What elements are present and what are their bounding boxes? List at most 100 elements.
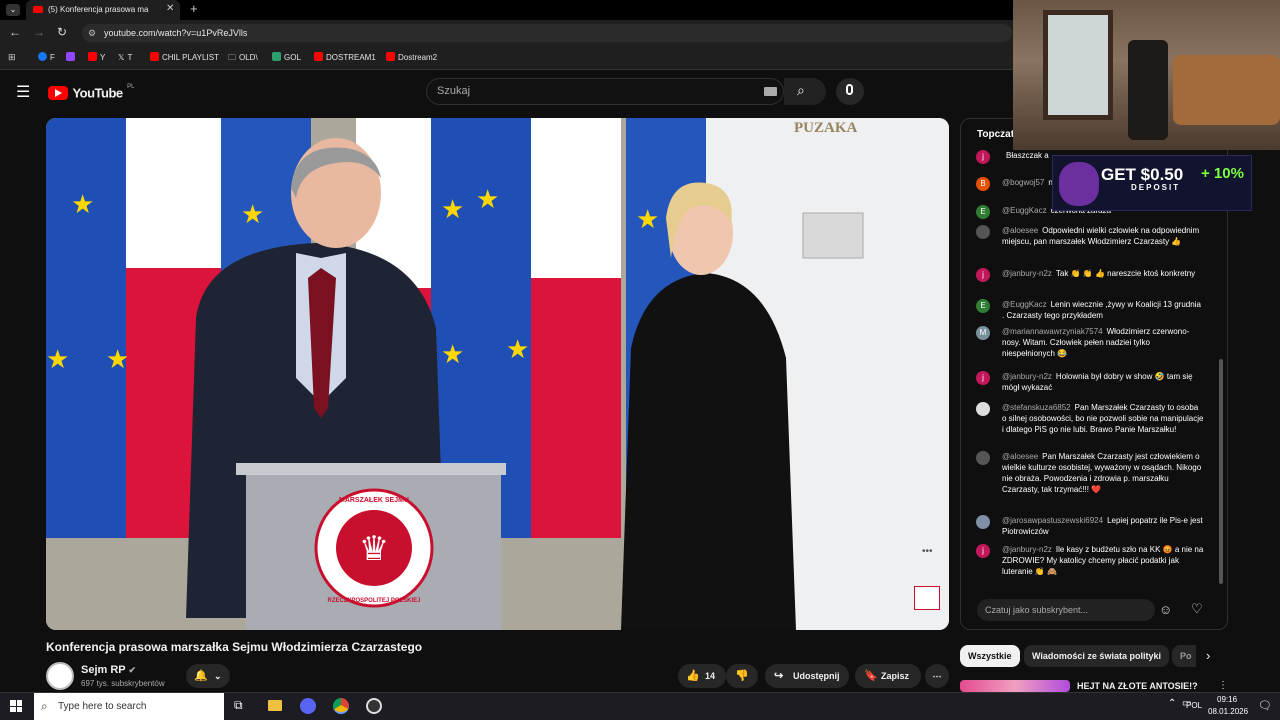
- bookmark-t[interactable]: 𝕏T: [118, 51, 132, 65]
- chrome-icon[interactable]: [333, 698, 349, 714]
- heart-icon[interactable]: ♡: [1191, 601, 1203, 617]
- input-language[interactable]: POL: [1186, 701, 1202, 710]
- bookmark-dostream1[interactable]: DOSTREAM1: [314, 51, 376, 65]
- chip-politics[interactable]: Wiadomości ze świata polityki: [1024, 645, 1169, 667]
- thumbs-down-icon: 👎: [735, 670, 749, 682]
- thumbs-up-icon: 👍: [686, 670, 700, 682]
- bookmark-old[interactable]: 🗀 OLD\: [228, 51, 258, 65]
- chat-avatar[interactable]: E: [976, 205, 990, 219]
- chat-author[interactable]: @stefanskuza6852: [1002, 403, 1071, 412]
- twitch-icon: [66, 52, 75, 61]
- tab-close-icon[interactable]: ✕: [166, 3, 174, 14]
- notification-icon[interactable]: 🗨: [1258, 699, 1272, 712]
- more-actions-button[interactable]: ⋯: [925, 664, 949, 688]
- chat-message: @stefanskuza6852 Pan Marszałek Czarzasty …: [976, 402, 1204, 435]
- clock-time[interactable]: 09:16: [1217, 695, 1237, 704]
- taskbar-search-input[interactable]: ⌕ Type here to search: [34, 693, 224, 720]
- back-icon[interactable]: ←: [9, 25, 21, 39]
- chat-message: j @janbury-n2z Tak 👏 👏 👍 nareszcie ktoś ko…: [976, 268, 1204, 282]
- svg-text:★: ★: [636, 204, 659, 234]
- chat-avatar[interactable]: [976, 515, 990, 529]
- video-more-icon[interactable]: •••: [922, 546, 933, 557]
- chat-author[interactable]: @jarosawpastuszewski6924: [1002, 516, 1103, 525]
- ad-subline: DEPOSIT: [1131, 183, 1181, 192]
- chat-avatar[interactable]: j: [976, 371, 990, 385]
- bookmark-f[interactable]: F: [38, 51, 55, 65]
- bookmark-y[interactable]: Y: [88, 51, 105, 65]
- youtube-logo[interactable]: YouTube PL: [48, 84, 134, 100]
- clock-date[interactable]: 08.01.2026: [1208, 707, 1248, 716]
- menu-icon[interactable]: ☰: [16, 82, 30, 102]
- chevron-down-icon: ⌄: [214, 671, 222, 681]
- chat-author[interactable]: @EuggKacz: [1002, 206, 1047, 215]
- keyboard-icon[interactable]: [764, 87, 777, 96]
- gol-icon: [272, 52, 281, 61]
- chat-avatar[interactable]: [976, 402, 990, 416]
- channel-name[interactable]: Sejm RP ✔: [81, 664, 136, 676]
- site-info-icon[interactable]: ⚙: [88, 24, 96, 42]
- dislike-button[interactable]: 👎: [726, 664, 758, 688]
- svg-text:♛: ♛: [359, 530, 389, 568]
- chat-avatar[interactable]: [976, 225, 990, 239]
- chat-avatar[interactable]: E: [976, 299, 990, 313]
- chat-avatar[interactable]: j: [976, 268, 990, 282]
- save-button[interactable]: 🔖 Zapisz: [855, 664, 921, 688]
- like-button[interactable]: 👍 14: [678, 664, 726, 688]
- chat-avatar[interactable]: j: [976, 150, 990, 164]
- search-button[interactable]: ⌕: [784, 78, 826, 105]
- next-video-title[interactable]: HEJT NA ZŁOTE ANTOSIE!?: [1077, 681, 1198, 691]
- video-player[interactable]: ★ ★ ★ ★ ★ ★ ★ ★ ★ PUZAKA ♛ MARSZAŁEK SEJMU RZE…: [46, 118, 949, 630]
- facebook-icon: [38, 52, 47, 61]
- svg-text:★: ★: [106, 344, 129, 374]
- chat-author[interactable]: @aloesee: [1002, 226, 1038, 235]
- chat-author[interactable]: @janbury-n2z: [1002, 545, 1052, 554]
- tray-chevron-icon[interactable]: ⌃: [1168, 698, 1176, 709]
- tab-title: (5) Konferencja prasowa ma: [48, 5, 149, 14]
- podium: ♛: [236, 463, 506, 630]
- notifications-button[interactable]: 🔔 ⌄: [186, 664, 230, 688]
- obs-icon[interactable]: [366, 698, 382, 714]
- new-tab-button[interactable]: +: [190, 1, 198, 16]
- forward-icon[interactable]: →: [33, 25, 45, 39]
- chat-avatar[interactable]: [976, 451, 990, 465]
- chat-message: @jarosawpastuszewski6924 Lepiej popatrz i…: [976, 515, 1204, 537]
- casino-ad-banner[interactable]: GET $0.50 DEPOSIT + 10%: [1052, 155, 1252, 211]
- url-field[interactable]: ⚙ youtube.com/watch?v=u1PvReJVlls: [82, 24, 1012, 42]
- chat-avatar[interactable]: j: [976, 544, 990, 558]
- windows-start-icon[interactable]: [10, 700, 22, 712]
- chip-all[interactable]: Wszystkie: [960, 645, 1020, 667]
- bookmark-dostream2[interactable]: Dostream2: [386, 51, 437, 65]
- search-input[interactable]: Szukaj: [426, 78, 784, 105]
- channel-avatar[interactable]: [46, 662, 74, 690]
- chat-author[interactable]: @janbury-n2z: [1002, 372, 1052, 381]
- browser-tab[interactable]: (5) Konferencja prasowa ma: [26, 0, 180, 20]
- bookmark-gol[interactable]: GOL: [272, 51, 301, 65]
- next-video-menu-icon[interactable]: ⋮: [1218, 680, 1228, 691]
- chat-avatar[interactable]: B: [976, 177, 990, 191]
- apps-icon[interactable]: ⊞: [8, 52, 18, 62]
- chat-scrollbar[interactable]: [1219, 359, 1223, 584]
- bookmark-twitch[interactable]: [66, 51, 78, 65]
- bookmark-chil-playlist[interactable]: CHIL PLAYLIST: [150, 51, 219, 65]
- chip-partial[interactable]: Po: [1172, 645, 1196, 667]
- chat-header[interactable]: Topczat: [977, 129, 1014, 140]
- webcam-window: [1043, 10, 1113, 120]
- task-view-icon[interactable]: ⧉: [234, 698, 243, 713]
- subscriber-count: 697 tys. subskrybentów: [81, 679, 165, 688]
- chat-author[interactable]: @EuggKacz: [1002, 300, 1047, 309]
- chips-next-icon[interactable]: ›: [1206, 648, 1210, 663]
- chat-author[interactable]: @mariannawawrzyniak7574: [1002, 327, 1103, 336]
- chat-avatar[interactable]: M: [976, 326, 990, 340]
- tab-menu-button[interactable]: ⌄: [6, 4, 20, 16]
- file-explorer-icon[interactable]: [268, 700, 282, 711]
- share-button[interactable]: ↪ Udostępnij: [765, 664, 849, 688]
- discord-icon[interactable]: [300, 698, 316, 714]
- chat-input[interactable]: Czatuj jako subskrybent...: [977, 599, 1155, 621]
- emoji-icon[interactable]: ☺: [1159, 602, 1172, 617]
- chat-author[interactable]: @janbury-n2z: [1002, 269, 1052, 278]
- reload-icon[interactable]: ↻: [57, 25, 67, 39]
- voice-search-button[interactable]: [836, 78, 864, 105]
- chat-author[interactable]: @aloesee: [1002, 452, 1038, 461]
- next-video-thumbnail[interactable]: [960, 680, 1070, 692]
- chat-author[interactable]: @bogwoj57: [1002, 178, 1044, 187]
